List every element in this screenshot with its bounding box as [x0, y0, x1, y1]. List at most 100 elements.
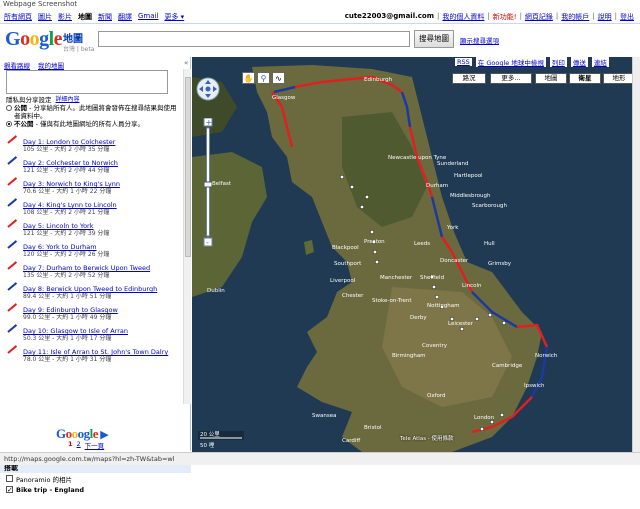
route-day-title[interactable]: Day 7: Durham to Berwick Upon Tweed — [23, 264, 181, 272]
privacy-option-public[interactable]: 公開 - 分享給所有人。此地圖將會發佈在搜尋結果與使用者資料中。 — [6, 104, 181, 120]
page-1: 1 — [68, 440, 73, 448]
pan-control[interactable] — [196, 77, 220, 102]
link-help[interactable]: 說明 — [598, 12, 612, 22]
route-day-title[interactable]: Day 10: Glasgow to Isle of Arran — [23, 327, 181, 335]
privacy-option-unlisted[interactable]: 不公開 - 僅與有此地圖網址的所有人員分享。 — [6, 120, 181, 128]
route-day-title[interactable]: Day 8: Berwick Upon Tweed to Edinburgh — [23, 285, 181, 293]
collapse-panel-icon[interactable]: « — [184, 59, 188, 67]
route-day-title[interactable]: Day 6: York to Durham — [23, 243, 181, 251]
radio-unlisted[interactable] — [6, 121, 12, 127]
send-link[interactable]: 傳送 — [570, 57, 588, 67]
map-type-terrain[interactable]: 地形 — [603, 73, 635, 84]
gbar-item-images[interactable]: 圖片 — [38, 12, 52, 22]
link-account[interactable]: 我的帳戶 — [561, 12, 589, 22]
route-day-meta: 135 公里 - 大約 2 小時 52 分鐘 — [23, 272, 110, 279]
link-history[interactable]: 網頁記錄 — [525, 12, 553, 22]
route-day-title[interactable]: Day 3: Norwich to King's Lynn — [23, 180, 181, 188]
route-day-item[interactable]: Day 6: York to Durham 120 公里 - 大約 2 小時 26… — [6, 240, 181, 264]
route-day-item[interactable]: Day 4: King's Lynn to Lincoln 108 公里 - 大約… — [6, 198, 181, 222]
route-day-item[interactable]: Day 10: Glasgow to Isle of Arran 50.3 公里 … — [6, 324, 181, 348]
layer-panoramio[interactable]: Panoramio 的相片 — [0, 473, 191, 484]
rss-link[interactable]: RSS — [455, 58, 472, 66]
city-label: Nottingham — [427, 303, 460, 309]
route-day-title[interactable]: Day 4: King's Lynn to Lincoln — [23, 201, 181, 209]
map-type-satellite[interactable]: 衛星 — [569, 73, 601, 84]
route-day-title[interactable]: Day 1: London to Colchester — [23, 138, 181, 146]
hand-tool-icon[interactable]: ✋ — [242, 72, 255, 84]
route-day-title[interactable]: Day 11: Isle of Arran to St. John's Town… — [23, 348, 181, 356]
layer-bike-trip[interactable]: ✓ Bike trip - England — [0, 484, 191, 495]
gbar-item-web[interactable]: 所有網頁 — [4, 12, 32, 22]
city-label: Manchester — [380, 275, 413, 281]
zoom-in-icon: + — [206, 118, 213, 127]
route-day-item[interactable]: Day 11: Isle of Arran to St. John's Town… — [6, 345, 181, 369]
city-label: Lincoln — [462, 283, 482, 289]
checkbox-panoramio[interactable] — [6, 475, 13, 482]
google-logo[interactable]: Google — [5, 28, 63, 51]
map-type-map[interactable]: 地圖 — [535, 73, 567, 84]
gbar-item-more[interactable]: 更多 ▾ — [164, 12, 184, 22]
route-day-item[interactable]: Day 9: Edinburgh to Glasgow 99.0 公里 - 大約 … — [6, 303, 181, 327]
link-link[interactable]: 連結 — [591, 57, 609, 67]
gbar-item-gmail[interactable]: Gmail — [138, 12, 158, 22]
map-description-box[interactable] — [6, 70, 168, 94]
city-label: Middlesbrough — [450, 193, 491, 199]
route-day-item[interactable]: Day 8: Berwick Upon Tweed to Edinburgh 89… — [6, 282, 181, 306]
page-next[interactable]: 下一頁 — [85, 440, 105, 450]
tab-view-route[interactable]: 觀看路線 — [4, 60, 30, 70]
search-maps-button[interactable]: 搜尋地圖 — [414, 30, 454, 48]
route-day-item[interactable]: Day 5: Lincoln to York 121 公里 - 大約 2 小時 3… — [6, 219, 181, 243]
map-toolbar: RSS 在 Google 地球中檢視 列印 傳送 連結 — [455, 57, 609, 67]
page-2[interactable]: 2 — [77, 440, 81, 450]
tab-my-maps[interactable]: 我的地圖 — [38, 60, 64, 70]
route-day-title[interactable]: Day 9: Edinburgh to Glasgow — [23, 306, 181, 314]
user-email: cute22003@gmail.com — [344, 12, 435, 20]
route-day-item[interactable]: Day 3: Norwich to King's Lynn 70.6 公里 - 大… — [6, 177, 181, 201]
radio-public[interactable] — [6, 105, 12, 111]
satellite-map[interactable]: Edinburgh Glasgow Newcastle upon Tyne Su… — [192, 57, 632, 452]
print-link[interactable]: 列印 — [549, 57, 567, 67]
city-label: London — [474, 415, 495, 421]
route-day-meta: 89.4 公里 - 大約 1 小時 51 分鐘 — [23, 293, 112, 300]
city-label: Belfast — [212, 181, 232, 187]
link-new-features[interactable]: 新功能! — [493, 12, 517, 22]
route-day-item[interactable]: Day 7: Durham to Berwick Upon Tweed 135 公… — [6, 261, 181, 285]
route-day-list: Day 1: London to Colchester 105 公里 - 大約 2… — [6, 135, 181, 369]
city-label: Bristol — [364, 425, 382, 431]
route-day-item[interactable]: Day 1: London to Colchester 105 公里 - 大約 2… — [6, 135, 181, 159]
gbar-item-maps[interactable]: 地圖 — [78, 12, 92, 22]
placemark-tool-icon[interactable]: ⚲ — [257, 72, 270, 84]
page-scrollbar[interactable] — [632, 57, 640, 452]
gbar-item-news[interactable]: 新聞 — [98, 12, 112, 22]
view-in-earth-link[interactable]: 在 Google 地球中檢視 — [475, 57, 546, 67]
privacy-learn-more-link[interactable]: 詳細內容 — [56, 96, 80, 104]
route-day-meta: 120 公里 - 大約 2 小時 26 分鐘 — [23, 251, 110, 258]
privacy-settings: 隱私與分享設定 詳細內容 公開 - 分享給所有人。此地圖將會發佈在搜尋結果與使用… — [6, 96, 181, 128]
zoom-slider[interactable]: + - — [203, 118, 213, 248]
checkbox-bike-trip[interactable]: ✓ — [6, 486, 13, 494]
route-day-title[interactable]: Day 5: Lincoln to York — [23, 222, 181, 230]
route-day-item[interactable]: Day 2: Colchester to Norwich 121 公里 - 大約 … — [6, 156, 181, 180]
link-signout[interactable]: 登出 — [620, 12, 634, 22]
link-profile[interactable]: 我的個人資料 — [442, 12, 484, 22]
search-header: Google 地圖 台灣 | beta 搜尋地圖 顯示搜尋選項 — [0, 25, 640, 55]
city-label: Durham — [426, 183, 448, 189]
search-options-link[interactable]: 顯示搜尋選項 — [460, 35, 499, 45]
route-day-title[interactable]: Day 2: Colchester to Norwich — [23, 159, 181, 167]
map-canvas[interactable]: Edinburgh Glasgow Newcastle upon Tyne Su… — [192, 57, 632, 452]
left-panel-tabs: 觀看路線 我的地圖 — [4, 60, 64, 70]
city-label: Norwich — [535, 353, 558, 359]
search-input[interactable] — [98, 31, 410, 47]
gbar-item-translate[interactable]: 翻譯 — [118, 12, 132, 22]
city-label: Hartlepool — [454, 173, 483, 179]
route-day-meta: 108 公里 - 大約 2 小時 21 分鐘 — [23, 209, 110, 216]
gbar-item-video[interactable]: 影片 — [58, 12, 72, 22]
scrollbar-thumb[interactable] — [185, 77, 191, 257]
more-layers-button[interactable]: 更多... — [490, 73, 532, 84]
left-panel-scrollbar[interactable] — [183, 69, 191, 404]
left-panel: 觀看路線 我的地圖 « 隱私與分享設定 詳細內容 公開 - 分享給所有人。此地圖… — [0, 57, 191, 494]
scale-mi: 50 哩 — [200, 442, 215, 449]
traffic-button[interactable]: 路況 — [452, 73, 486, 84]
gbar-right-nav: cute22003@gmail.com | 我的個人資料 | 新功能! | 網頁… — [344, 12, 634, 22]
line-tool-icon[interactable]: ∿ — [272, 72, 285, 84]
